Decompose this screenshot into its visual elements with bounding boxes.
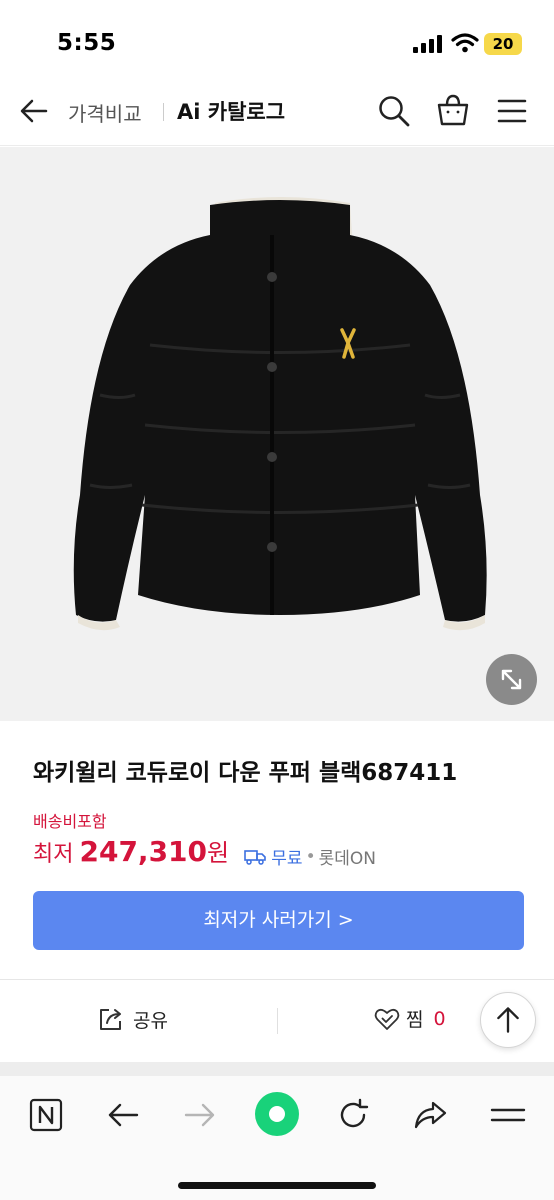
shopping-bag-icon[interactable] [436, 93, 470, 127]
separator-dot: • [305, 846, 316, 867]
seller-name[interactable]: 롯데ON [319, 849, 376, 869]
wifi-icon [451, 33, 479, 53]
wishlist-button[interactable]: 찜0 [374, 1005, 446, 1039]
price-compare-link[interactable]: 가격비교 [68, 98, 142, 127]
scroll-top-icon[interactable] [480, 992, 536, 1048]
wishlist-count: 0 [433, 1007, 446, 1030]
back-arrow-icon[interactable] [18, 95, 50, 127]
section-gap [0, 1062, 554, 1076]
price-row: 최저 247,310원 무료 • 롯데ON [33, 833, 376, 869]
price-value: 247,310 [79, 835, 208, 868]
battery-indicator: 20 [484, 33, 522, 55]
header-divider [163, 103, 164, 121]
lowest-price-label: 최저 [33, 842, 74, 867]
truck-icon [244, 849, 267, 865]
share-icon[interactable] [412, 1097, 448, 1133]
forward-icon[interactable] [182, 1097, 218, 1133]
share-icon [100, 1009, 121, 1030]
product-image[interactable] [0, 147, 554, 721]
green-dot-icon[interactable] [254, 1091, 300, 1137]
action-divider [277, 1008, 278, 1034]
wishlist-label: 찜 [406, 1009, 424, 1031]
top-header: 가격비교 Ai 카탈로그 [0, 80, 554, 146]
share-button[interactable]: 공유 [97, 1005, 168, 1039]
expand-icon[interactable] [486, 654, 537, 705]
reload-icon[interactable] [335, 1097, 371, 1133]
share-label: 공유 [133, 1009, 168, 1032]
naver-n-icon[interactable] [28, 1097, 64, 1133]
product-title: 와키윌리 코듀로이 다운 푸퍼 블랙687411 [33, 760, 458, 786]
status-time: 5:55 [57, 30, 117, 56]
catalog-title[interactable]: Ai 카탈로그 [177, 96, 285, 126]
status-bar: 5:55 20 [0, 0, 554, 80]
free-shipping-label: 무료 [271, 849, 303, 869]
heart-check-icon [374, 1008, 400, 1030]
jacket-image [73, 197, 487, 631]
hamburger-menu-icon[interactable] [496, 95, 528, 127]
section-divider [0, 979, 554, 980]
shipping-included-label: 배송비포함 [33, 812, 107, 831]
back-icon[interactable] [105, 1097, 141, 1133]
signal-icon [413, 35, 442, 53]
menu-icon[interactable] [490, 1097, 526, 1133]
search-icon[interactable] [377, 94, 411, 128]
price-unit: 원 [207, 839, 230, 867]
buy-lowest-price-button[interactable]: 최저가 사러가기 > [33, 891, 524, 950]
home-indicator [178, 1182, 376, 1189]
